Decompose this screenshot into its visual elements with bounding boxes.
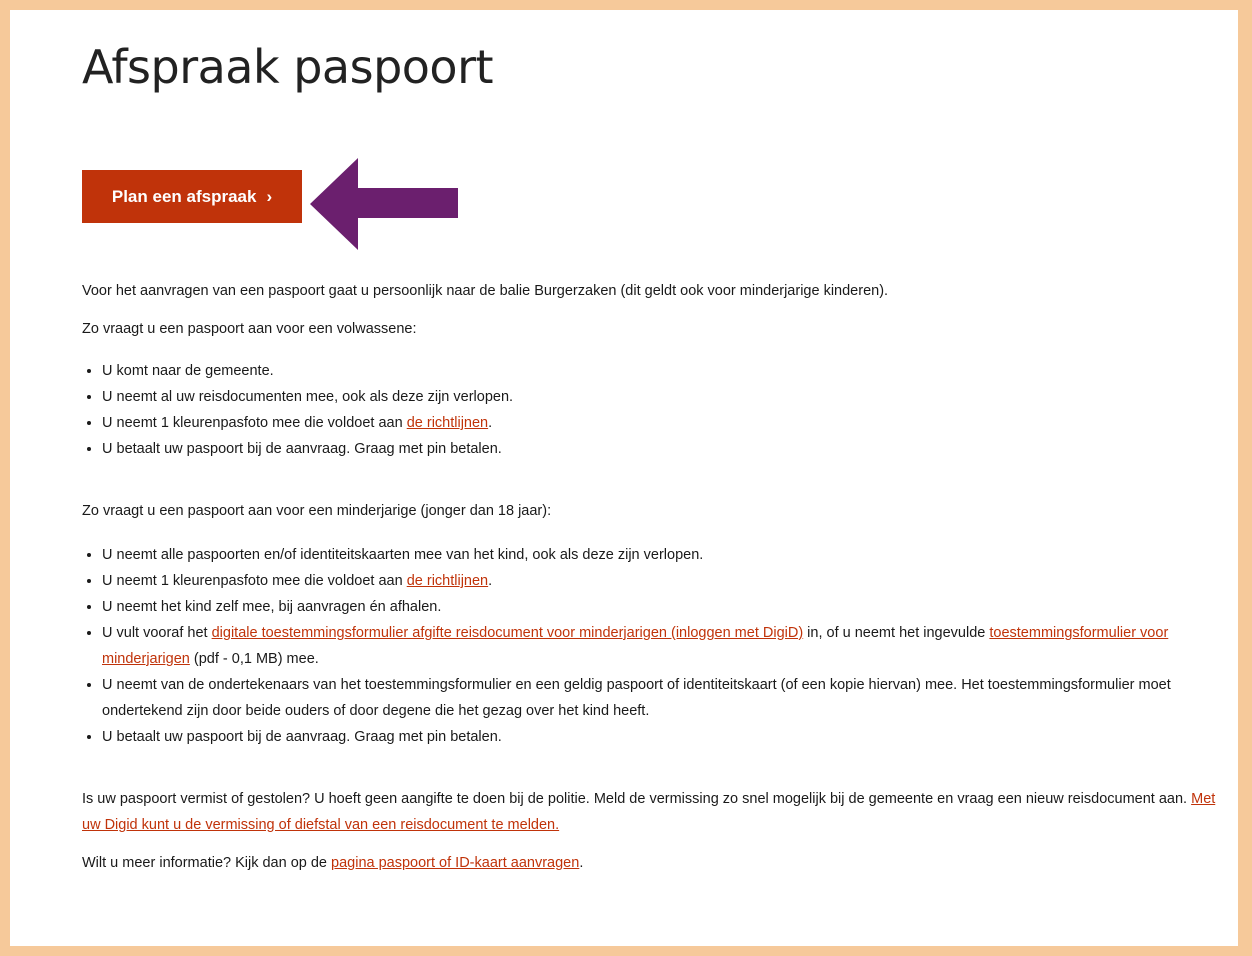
- more-info-text: Wilt u meer informatie? Kijk dan op de: [82, 855, 332, 871]
- list-item: U betaalt uw paspoort bij de aanvraag. G…: [102, 436, 1222, 462]
- list-item: U neemt 1 kleurenpasfoto mee die voldoet…: [102, 568, 1222, 594]
- guidelines-link[interactable]: de richtlijnen: [407, 573, 488, 589]
- lost-text: Is uw paspoort vermist of gestolen? U ho…: [82, 791, 1192, 807]
- list-item-text: (pdf - 0,1 MB) mee.: [189, 651, 319, 667]
- page-title: Afspraak paspoort: [82, 40, 494, 94]
- page-frame: Afspraak paspoort Plan een afspraak › Vo…: [10, 10, 1238, 946]
- lost-paragraph: Is uw paspoort vermist of gestolen? U ho…: [82, 786, 1222, 838]
- list-item-text: U vult vooraf het: [102, 625, 212, 641]
- adult-list: U komt naar de gemeente. U neemt al uw r…: [82, 358, 1222, 462]
- left-arrow-icon: [310, 158, 458, 250]
- list-item-text: in, of u neemt het ingevulde: [803, 625, 990, 641]
- list-item: U neemt 1 kleurenpasfoto mee die voldoet…: [102, 410, 1222, 436]
- minor-list: U neemt alle paspoorten en/of identiteit…: [82, 542, 1222, 750]
- plan-appointment-label: Plan een afspraak: [111, 186, 257, 206]
- list-item: U neemt al uw reisdocumenten mee, ook al…: [102, 384, 1222, 410]
- body-text: Voor het aanvragen van een paspoort gaat…: [82, 278, 1222, 876]
- digital-consent-form-link[interactable]: digitale toestemmingsformulier afgifte r…: [212, 625, 804, 641]
- list-item: U betaalt uw paspoort bij de aanvraag. G…: [102, 724, 1222, 750]
- plan-appointment-button[interactable]: Plan een afspraak ›: [82, 170, 302, 223]
- list-item-text: .: [488, 573, 493, 589]
- list-item-text: U neemt 1 kleurenpasfoto mee die voldoet…: [102, 415, 407, 431]
- more-info-paragraph: Wilt u meer informatie? Kijk dan op de p…: [82, 850, 1222, 876]
- list-item: U neemt alle paspoorten en/of identiteit…: [102, 542, 1222, 568]
- list-item-text: .: [488, 415, 493, 431]
- adult-heading: Zo vraagt u een paspoort aan voor een vo…: [82, 321, 417, 337]
- chevron-right-icon: ›: [266, 186, 273, 206]
- list-item: U vult vooraf het digitale toestemmingsf…: [102, 620, 1222, 672]
- guidelines-link[interactable]: de richtlijnen: [407, 415, 488, 431]
- intro-paragraph: Voor het aanvragen van een paspoort gaat…: [82, 283, 889, 299]
- list-item: U neemt van de ondertekenaars van het to…: [102, 672, 1222, 724]
- passport-info-link[interactable]: pagina paspoort of ID-kaart aanvragen: [331, 855, 579, 871]
- more-info-text: .: [579, 855, 584, 871]
- list-item-text: U neemt 1 kleurenpasfoto mee die voldoet…: [102, 573, 407, 589]
- list-item: U neemt het kind zelf mee, bij aanvragen…: [102, 594, 1222, 620]
- list-item: U komt naar de gemeente.: [102, 358, 1222, 384]
- minor-heading: Zo vraagt u een paspoort aan voor een mi…: [82, 503, 552, 519]
